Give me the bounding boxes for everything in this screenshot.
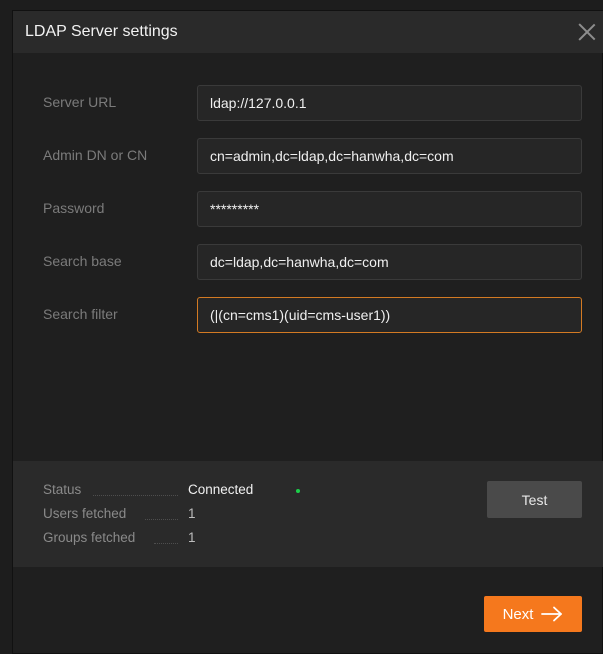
server-url-row: Server URL ldap://127.0.0.1 [13, 85, 603, 121]
password-input[interactable]: ********* [197, 191, 582, 227]
search-base-row: Search base dc=ldap,dc=hanwha,dc=com [13, 244, 603, 280]
password-label: Password [43, 200, 105, 216]
dotted-leader [93, 495, 178, 496]
ldap-settings-dialog: LDAP Server settings Server URL ldap://1… [12, 10, 603, 654]
dialog-titlebar: LDAP Server settings [13, 11, 603, 53]
users-fetched-row: Users fetched 1 [43, 506, 303, 524]
groups-fetched-row: Groups fetched 1 [43, 530, 303, 548]
status-value: Connected [188, 482, 254, 497]
status-label: Status [43, 482, 82, 497]
status-row: Status Connected [43, 482, 303, 500]
server-url-label: Server URL [43, 94, 117, 110]
server-url-input[interactable]: ldap://127.0.0.1 [197, 85, 582, 121]
next-button-label: Next [502, 605, 534, 623]
users-fetched-label: Users fetched [43, 506, 127, 521]
dialog-title: LDAP Server settings [25, 23, 178, 40]
arrow-right-icon [541, 606, 563, 622]
next-button[interactable]: Next [484, 596, 582, 632]
connected-indicator-icon [296, 489, 300, 493]
admin-dn-input[interactable]: cn=admin,dc=ldap,dc=hanwha,dc=com [197, 138, 582, 174]
search-filter-label: Search filter [43, 306, 118, 322]
connection-status-panel: Status Connected Users fetched 1 Groups … [13, 461, 603, 567]
test-button[interactable]: Test [487, 481, 582, 518]
search-filter-input[interactable]: (|(cn=cms1)(uid=cms-user1)) [197, 297, 582, 333]
users-fetched-value: 1 [188, 506, 196, 521]
search-base-label: Search base [43, 253, 122, 269]
groups-fetched-value: 1 [188, 530, 196, 545]
password-row: Password ********* [13, 191, 603, 227]
search-base-input[interactable]: dc=ldap,dc=hanwha,dc=com [197, 244, 582, 280]
admin-dn-label: Admin DN or CN [43, 147, 148, 163]
dotted-leader [154, 543, 178, 544]
admin-dn-row: Admin DN or CN cn=admin,dc=ldap,dc=hanwh… [13, 138, 603, 174]
search-filter-row: Search filter (|(cn=cms1)(uid=cms-user1)… [13, 297, 603, 333]
close-icon[interactable] [576, 21, 598, 43]
dotted-leader [145, 519, 178, 520]
groups-fetched-label: Groups fetched [43, 530, 136, 545]
